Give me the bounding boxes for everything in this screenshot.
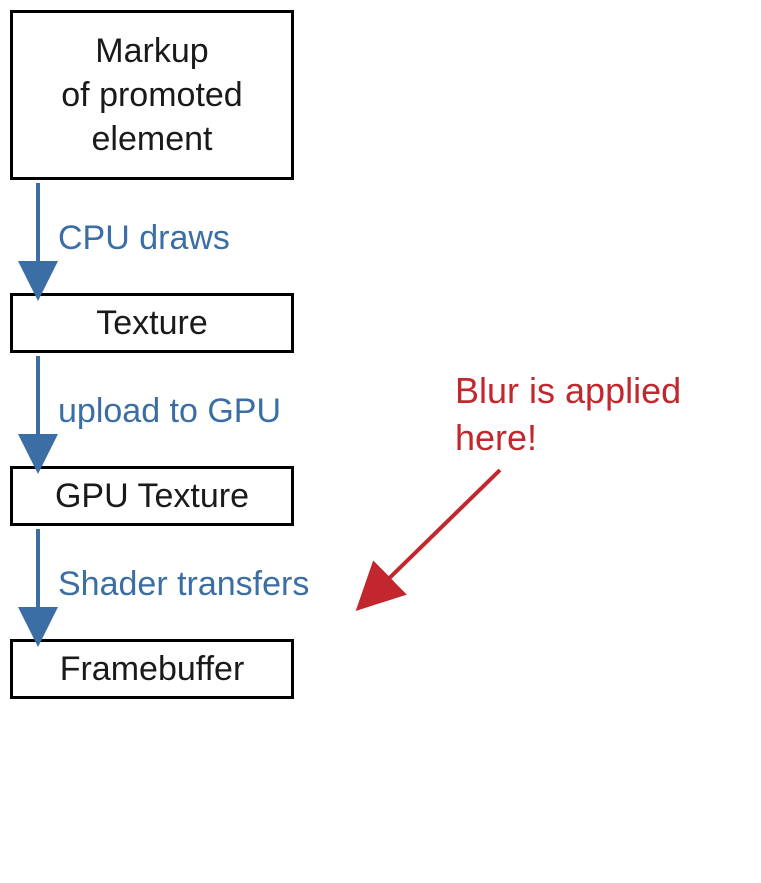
box-framebuffer: Framebuffer xyxy=(10,639,294,699)
annotation-blur: Blur is applied here! xyxy=(455,368,681,462)
arrow-annotation xyxy=(370,470,500,597)
box-gpu-texture: GPU Texture xyxy=(10,466,294,526)
label-shader-transfers: Shader transfers xyxy=(58,564,309,605)
label-upload-gpu: upload to GPU xyxy=(58,391,281,432)
label-cpu-draws: CPU draws xyxy=(58,218,230,259)
box-texture: Texture xyxy=(10,293,294,353)
box-markup: Markup of promoted element xyxy=(10,10,294,180)
